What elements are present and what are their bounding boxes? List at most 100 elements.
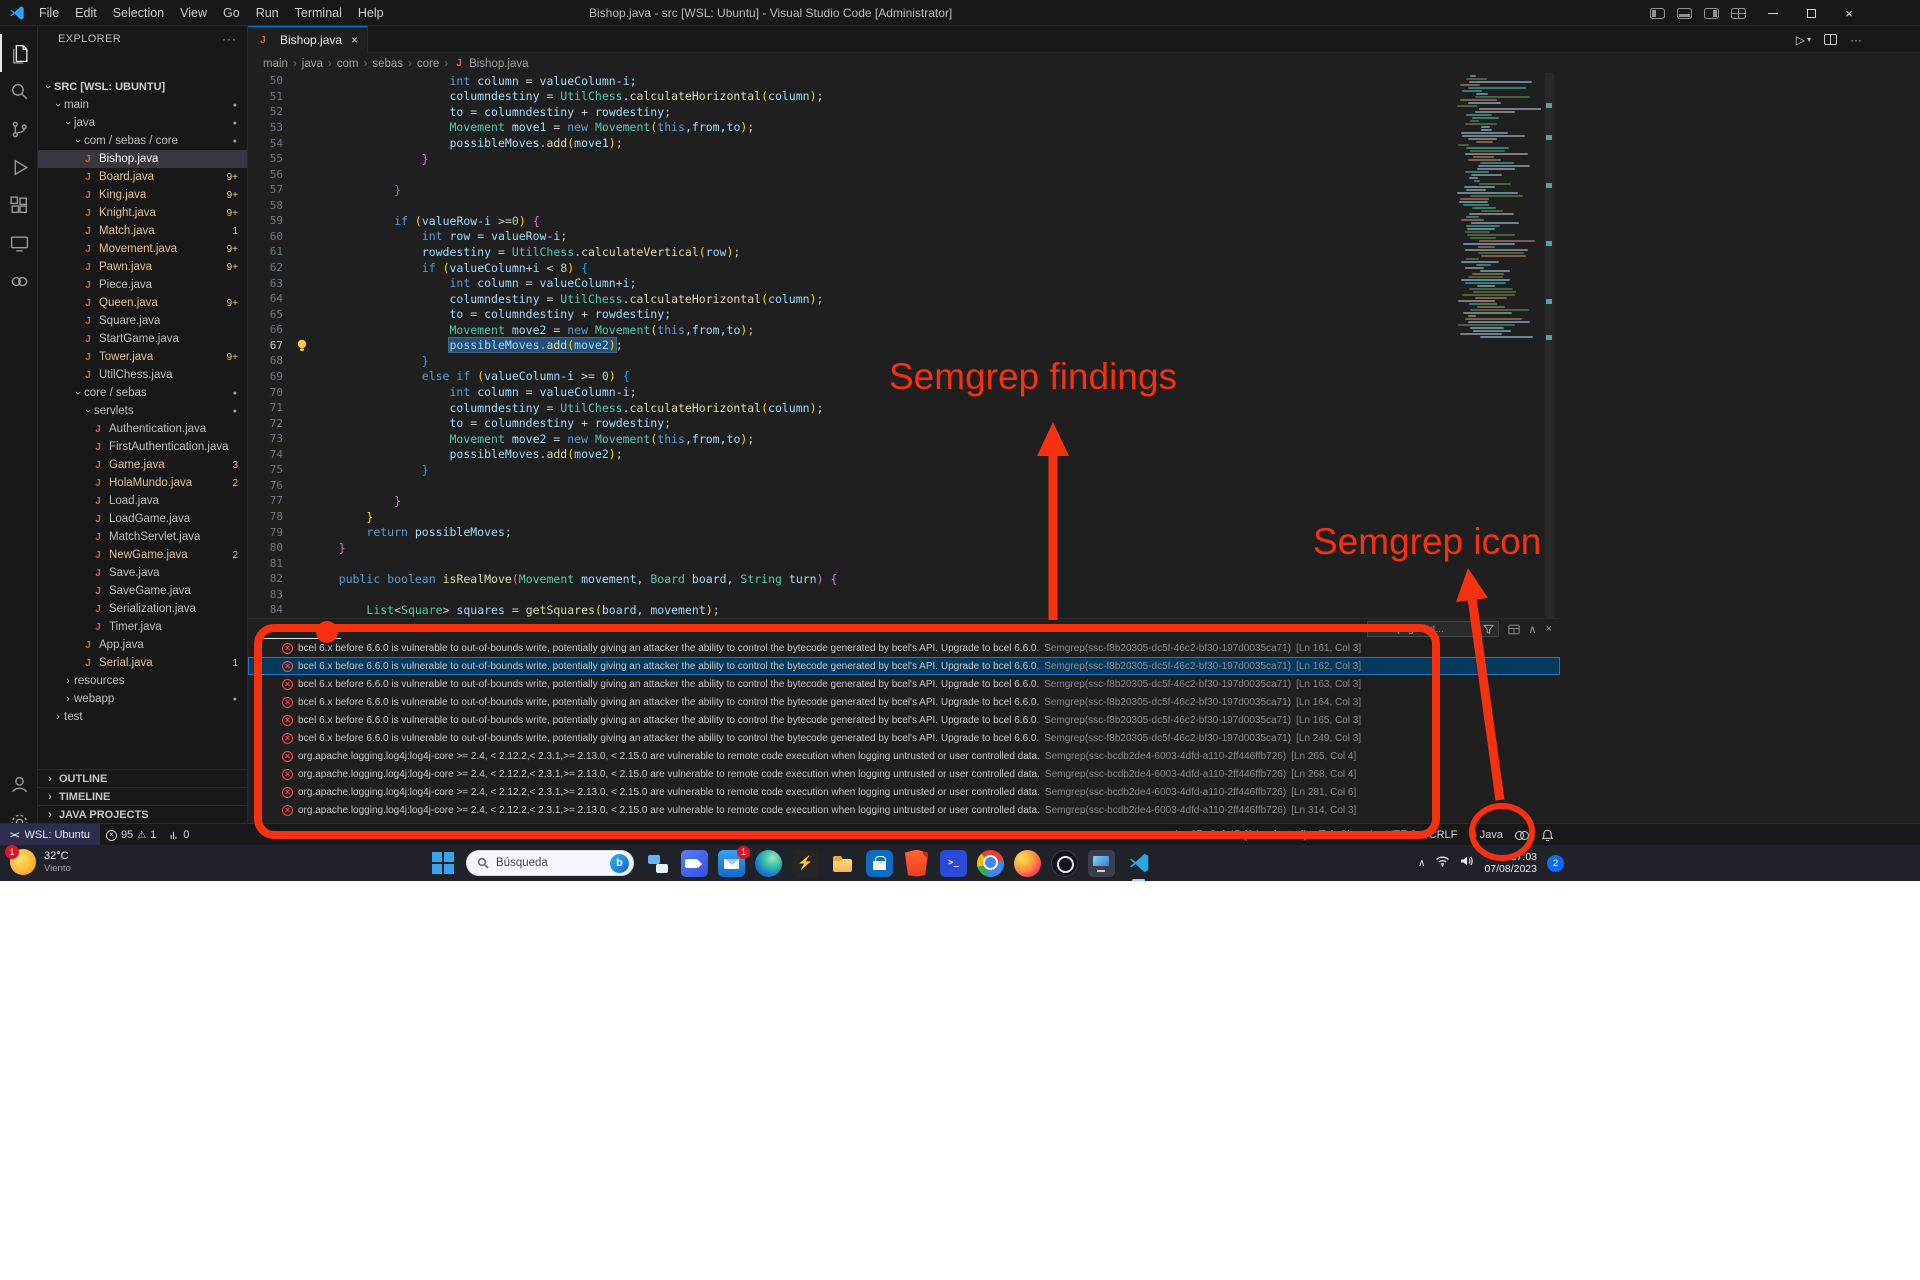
- editor-more-actions-icon[interactable]: ···: [1850, 33, 1862, 47]
- code-line-63[interactable]: 63 int column = valueColumn+i;: [248, 275, 1453, 291]
- section-timeline[interactable]: ›TIMELINE: [38, 787, 247, 805]
- menu-file[interactable]: File: [31, 0, 67, 26]
- code-line-80[interactable]: 80 }: [248, 540, 1453, 556]
- explorer-item-piece-java[interactable]: JPiece.java: [38, 276, 247, 294]
- code-line-70[interactable]: 70 int column = valueColumn-i;: [248, 384, 1453, 400]
- problem-row[interactable]: ×bcel 6.x before 6.6.0 is vulnerable to …: [248, 639, 1560, 657]
- weather-widget[interactable]: 1 32°C Viento: [10, 849, 71, 875]
- menu-go[interactable]: Go: [215, 0, 248, 26]
- explorer-item-java[interactable]: ›java●: [38, 114, 247, 132]
- explorer-item-holamundo-java[interactable]: JHolaMundo.java2: [38, 474, 247, 492]
- breadcrumb-bishop-java[interactable]: JBishop.java: [453, 58, 528, 70]
- minimap[interactable]: [1455, 75, 1541, 347]
- explorer-item-loadgame-java[interactable]: JLoadGame.java: [38, 510, 247, 528]
- code-line-81[interactable]: 81: [248, 555, 1453, 571]
- status-indentation[interactable]: Tab Size: 4: [1313, 824, 1379, 846]
- wifi-icon[interactable]: [1435, 854, 1450, 872]
- taskbar-lightning-icon[interactable]: [792, 850, 819, 877]
- taskbar-obs-icon[interactable]: [1051, 850, 1078, 877]
- code-line-67[interactable]: 67 possibleMoves.add(move2);: [248, 338, 1453, 354]
- status-eol[interactable]: CRLF: [1423, 824, 1464, 846]
- problem-row[interactable]: ×bcel 6.x before 6.6.0 is vulnerable to …: [248, 711, 1560, 729]
- code-line-51[interactable]: 51 columndestiny = UtilChess.calculateHo…: [248, 89, 1453, 105]
- explorer-item-app-java[interactable]: JApp.java: [38, 636, 247, 654]
- status-encoding[interactable]: UTF-8: [1379, 824, 1422, 846]
- toggle-sidebar-icon[interactable]: [1650, 8, 1665, 19]
- taskbar-edge-icon[interactable]: [755, 850, 782, 877]
- code-line-54[interactable]: 54 possibleMoves.add(move1);: [248, 135, 1453, 151]
- code-line-83[interactable]: 83: [248, 587, 1453, 603]
- code-line-69[interactable]: 69 else if (valueColumn-i >= 0) {: [248, 369, 1453, 385]
- code-line-75[interactable]: 75 }: [248, 462, 1453, 478]
- menu-view[interactable]: View: [172, 0, 215, 26]
- taskbar-monitor-icon[interactable]: [1088, 850, 1115, 877]
- problem-row[interactable]: ×org.apache.logging.log4j:log4j-core >= …: [248, 801, 1560, 819]
- code-line-57[interactable]: 57 }: [248, 182, 1453, 198]
- problems-filter-input[interactable]: Filter (e.g. text...: [1367, 621, 1499, 637]
- explorer-item-tower-java[interactable]: JTower.java9+: [38, 348, 247, 366]
- problem-row[interactable]: ×org.apache.logging.log4j:log4j-core >= …: [248, 783, 1560, 801]
- taskbar-mail-icon[interactable]: 1: [718, 850, 745, 877]
- run-button[interactable]: ▷▾: [1796, 33, 1811, 47]
- code-line-74[interactable]: 74 possibleMoves.add(move2);: [248, 447, 1453, 463]
- breadcrumb-core[interactable]: core: [417, 58, 439, 70]
- explorer-item-matchservlet-java[interactable]: JMatchServlet.java: [38, 528, 247, 546]
- close-button[interactable]: ×: [1830, 0, 1868, 26]
- explorer-item-savegame-java[interactable]: JSaveGame.java: [38, 582, 247, 600]
- explorer-item-serialization-java[interactable]: JSerialization.java: [38, 600, 247, 618]
- panel-tab-ports[interactable]: PORTS: [593, 619, 649, 639]
- notification-count-badge[interactable]: 2: [1547, 855, 1564, 872]
- explorer-item-authentication-java[interactable]: JAuthentication.java: [38, 420, 247, 438]
- explorer-item-save-java[interactable]: JSave.java: [38, 564, 247, 582]
- run-dropdown-icon[interactable]: ▾: [1807, 35, 1811, 44]
- ports-indicator[interactable]: 0: [162, 824, 195, 846]
- code-line-78[interactable]: 78 }: [248, 509, 1453, 525]
- problem-row[interactable]: ×org.apache.logging.log4j:log4j-core >= …: [248, 747, 1560, 765]
- close-panel-icon[interactable]: ×: [1546, 623, 1552, 635]
- section-java-projects[interactable]: ›JAVA PROJECTS: [38, 805, 247, 823]
- taskbar-firefox-icon[interactable]: [1014, 850, 1041, 877]
- breadcrumb-com[interactable]: com: [337, 58, 359, 70]
- close-tab-icon[interactable]: ×: [351, 33, 358, 47]
- status-language[interactable]: {} Java: [1463, 824, 1509, 846]
- code-line-73[interactable]: 73 Movement move2 = new Movement(this,fr…: [248, 431, 1453, 447]
- breadcrumb-sebas[interactable]: sebas: [372, 58, 403, 70]
- taskbar-search[interactable]: Búsqueda b: [466, 850, 634, 876]
- problem-row[interactable]: ×org.apache.logging.log4j:log4j-core >= …: [248, 765, 1560, 783]
- explorer-item-startgame-java[interactable]: JStartGame.java: [38, 330, 247, 348]
- explorer-item-serial-java[interactable]: JSerial.java1: [38, 654, 247, 672]
- code-line-58[interactable]: 58: [248, 198, 1453, 214]
- start-button[interactable]: [430, 850, 456, 876]
- breadcrumb-main[interactable]: main: [263, 58, 288, 70]
- code-line-82[interactable]: 82 public boolean isRealMove(Movement mo…: [248, 571, 1453, 587]
- activitybar-extensions-icon[interactable]: [0, 186, 37, 224]
- menu-edit[interactable]: Edit: [67, 0, 105, 26]
- taskbar-explorer-icon[interactable]: [829, 850, 856, 877]
- explorer-item-pawn-java[interactable]: JPawn.java9+: [38, 258, 247, 276]
- tab-bishop-java[interactable]: J Bishop.java ×: [248, 26, 368, 53]
- volume-icon[interactable]: [1460, 854, 1474, 872]
- problem-row[interactable]: ×bcel 6.x before 6.6.0 is vulnerable to …: [248, 729, 1560, 747]
- explorer-item-game-java[interactable]: JGame.java3: [38, 456, 247, 474]
- explorer-item-resources[interactable]: ›resources: [38, 672, 247, 690]
- maximize-button[interactable]: [1792, 0, 1830, 26]
- semgrep-status-icon[interactable]: [1509, 831, 1535, 840]
- activitybar-semgrep-icon[interactable]: [0, 262, 37, 300]
- activitybar-source-control-icon[interactable]: [0, 110, 37, 148]
- code-line-71[interactable]: 71 columndestiny = UtilChess.calculateHo…: [248, 400, 1453, 416]
- taskbar-clock[interactable]: 17:03 07/08/2023: [1484, 851, 1537, 876]
- more-actions-icon[interactable]: ···: [222, 32, 237, 46]
- code-line-65[interactable]: 65 to = columndestiny + rowdestiny;: [248, 306, 1453, 322]
- activitybar-account-icon[interactable]: [0, 765, 37, 803]
- problem-row[interactable]: ×bcel 6.x before 6.6.0 is vulnerable to …: [248, 693, 1560, 711]
- explorer-item-movement-java[interactable]: JMovement.java9+: [38, 240, 247, 258]
- menu-selection[interactable]: Selection: [105, 0, 172, 26]
- explorer-item-match-java[interactable]: JMatch.java1: [38, 222, 247, 240]
- customize-layout-icon[interactable]: [1731, 8, 1746, 19]
- explorer-item-utilchess-java[interactable]: JUtilChess.java: [38, 366, 247, 384]
- code-line-64[interactable]: 64 columndestiny = UtilChess.calculateHo…: [248, 291, 1453, 307]
- panel-tab-debug-console[interactable]: DEBUG CONSOLE: [404, 619, 519, 639]
- code-line-61[interactable]: 61 rowdestiny = UtilChess.calculateVerti…: [248, 244, 1453, 260]
- tray-overflow-icon[interactable]: ∧: [1418, 858, 1425, 869]
- activitybar-search-icon[interactable]: [0, 72, 37, 110]
